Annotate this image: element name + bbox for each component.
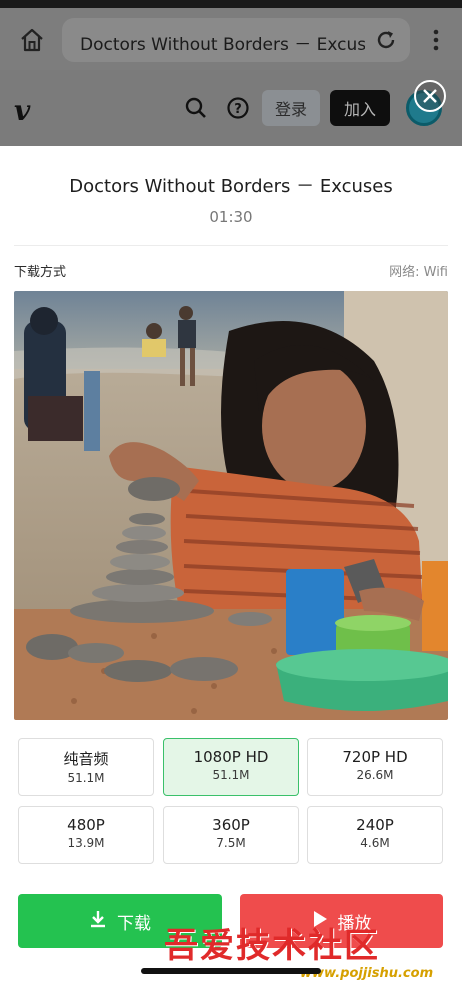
- home-icon[interactable]: [18, 26, 46, 54]
- download-sheet: Doctors Without Borders － Excuses 01:30 …: [0, 146, 462, 1000]
- status-bar: [0, 0, 462, 8]
- video-title: Doctors Without Borders － Excuses: [69, 176, 393, 197]
- quality-option-720p[interactable]: 720P HD 26.6M: [307, 738, 443, 796]
- address-bar[interactable]: Doctors Without Borders － Excuse: [62, 18, 410, 62]
- watermark-text: 吾爱技术社区: [164, 926, 380, 966]
- divider: [14, 245, 448, 246]
- search-icon[interactable]: [184, 96, 208, 120]
- quality-option-size: 51.1M: [212, 768, 250, 782]
- close-icon: [423, 89, 437, 103]
- quality-option-label: 纯音频: [63, 750, 109, 768]
- home-indicator[interactable]: [141, 968, 321, 974]
- svg-text:?: ?: [234, 102, 242, 117]
- address-bar-text: Doctors Without Borders － Excuse: [80, 35, 365, 55]
- quality-option-360p[interactable]: 360P 7.5M: [163, 806, 299, 864]
- download-button-label: 下载: [117, 913, 151, 934]
- vimeo-logo[interactable]: v: [14, 94, 30, 127]
- quality-option-240p[interactable]: 240P 4.6M: [307, 806, 443, 864]
- close-button[interactable]: [414, 80, 446, 112]
- quality-option-1080p[interactable]: 1080P HD 51.1M: [163, 738, 299, 796]
- quality-option-label: 240P: [356, 816, 394, 834]
- quality-option-480p[interactable]: 480P 13.9M: [18, 806, 154, 864]
- network-status: 网络: Wifi: [389, 265, 448, 280]
- more-menu-icon[interactable]: [426, 28, 446, 52]
- quality-option-label: 480P: [67, 816, 105, 834]
- reload-icon[interactable]: [374, 28, 398, 52]
- quality-option-size: 13.9M: [67, 836, 105, 850]
- quality-option-size: 26.6M: [356, 768, 394, 782]
- quality-option-size: 7.5M: [216, 836, 246, 850]
- quality-option-label: 360P: [212, 816, 250, 834]
- quality-option-size: 4.6M: [360, 836, 390, 850]
- quality-option-label: 720P HD: [342, 748, 408, 766]
- site-header: v ? 登录 加入: [0, 70, 462, 146]
- join-button[interactable]: 加入: [330, 90, 390, 126]
- help-icon[interactable]: ?: [226, 96, 250, 120]
- login-button[interactable]: 登录: [262, 90, 320, 126]
- video-duration: 01:30: [209, 208, 253, 226]
- browser-toolbar: Doctors Without Borders － Excuse: [0, 8, 462, 70]
- quality-option-label: 1080P HD: [193, 748, 269, 766]
- download-method-label: 下载方式: [14, 265, 67, 280]
- video-thumbnail[interactable]: [14, 291, 448, 720]
- download-icon: [89, 910, 107, 933]
- quality-option-audio[interactable]: 纯音频 51.1M: [18, 738, 154, 796]
- quality-option-size: 51.1M: [67, 771, 105, 785]
